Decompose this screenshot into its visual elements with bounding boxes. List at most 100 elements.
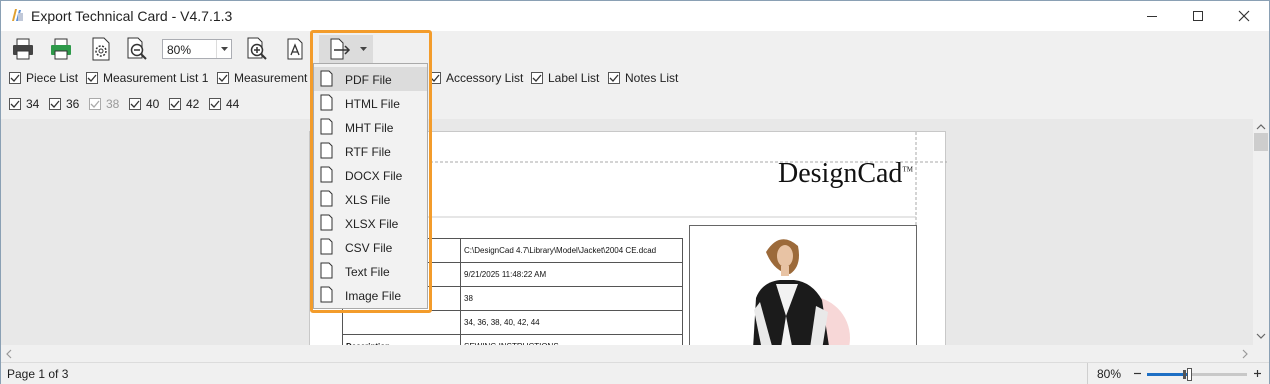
checkbox-measurement-list-1[interactable]: Measurement List 1: [86, 68, 208, 88]
menu-item-xls-file[interactable]: XLS File: [314, 187, 427, 211]
checkbox-size-44[interactable]: 44: [209, 94, 239, 114]
maximize-icon: [1193, 11, 1203, 21]
checkbox-box: [89, 98, 101, 110]
check-icon: [430, 74, 440, 82]
print-preview-area[interactable]: DesignCadTM C:\DesignCad 4.7\Library\Mod…: [1, 119, 1253, 345]
table-cell-label: Description: [342, 334, 461, 345]
export-dropdown-menu: PDF File HTML File MHT File RTF File DOC…: [313, 63, 428, 309]
check-icon: [210, 100, 220, 108]
zoom-slider-thumb[interactable]: [1187, 368, 1192, 381]
check-icon: [532, 74, 542, 82]
table-cell-value: 38: [460, 286, 683, 311]
check-icon: [10, 74, 20, 82]
menu-item-label: MHT File: [345, 121, 394, 135]
chevron-down-icon: [359, 47, 367, 51]
checkbox-notes-list[interactable]: Notes List: [608, 68, 678, 88]
zoom-combobox[interactable]: 80%: [162, 39, 232, 59]
print-button[interactable]: [9, 35, 37, 63]
zoom-slider-track[interactable]: [1147, 368, 1247, 381]
checkbox-accessory-list[interactable]: Accessory List: [429, 68, 523, 88]
checkbox-size-40[interactable]: 40: [129, 94, 159, 114]
checkbox-size-36[interactable]: 36: [49, 94, 79, 114]
checkbox-label: Accessory List: [446, 71, 524, 85]
menu-item-text-file[interactable]: Text File: [314, 259, 427, 283]
checkbox-box[interactable]: [217, 72, 229, 84]
checkbox-measurement[interactable]: Measurement: [217, 68, 307, 88]
table-row: Description SEWING INSTRUCTIONS: [342, 334, 683, 345]
menu-item-mht-file[interactable]: MHT File: [314, 115, 427, 139]
checkbox-label: 38: [106, 97, 120, 111]
document-icon: [320, 142, 333, 159]
menu-item-rtf-file[interactable]: RTF File: [314, 139, 427, 163]
app-icon: [12, 9, 23, 21]
title-bar: Export Technical Card - V4.7.1.3: [1, 1, 1269, 31]
checkbox-box[interactable]: [129, 98, 141, 110]
menu-item-label: HTML File: [345, 97, 400, 111]
print-icon: [13, 38, 33, 60]
checkbox-box[interactable]: [169, 98, 181, 110]
export-button[interactable]: [319, 35, 373, 63]
document-icon: [320, 214, 333, 231]
zoom-in-small-button[interactable]: [1251, 365, 1263, 381]
menu-item-docx-file[interactable]: DOCX File: [314, 163, 427, 187]
zoom-out-button[interactable]: [123, 35, 151, 63]
checkbox-box[interactable]: [9, 72, 21, 84]
checkbox-box[interactable]: [49, 98, 61, 110]
table-cell-label: [342, 310, 461, 335]
check-icon: [87, 74, 97, 82]
checkbox-box[interactable]: [9, 98, 21, 110]
checkbox-box[interactable]: [608, 72, 620, 84]
zoom-out-icon: [127, 37, 147, 60]
document-icon: [320, 94, 333, 111]
checkbox-label: 44: [226, 97, 240, 111]
zoom-in-button[interactable]: [243, 35, 271, 63]
menu-item-csv-file[interactable]: CSV File: [314, 235, 427, 259]
table-cell-value: C:\DesignCad 4.7\Library\Model\Jacket\20…: [460, 238, 683, 263]
checkbox-size-34[interactable]: 34: [9, 94, 39, 114]
status-divider: [1087, 363, 1088, 384]
quick-print-button[interactable]: [47, 35, 75, 63]
page-setup-icon: [92, 37, 110, 61]
checkbox-piece-list[interactable]: Piece List: [9, 68, 78, 88]
checkbox-box[interactable]: [86, 72, 98, 84]
horizontal-scrollbar-graphic: [6, 349, 1248, 359]
check-icon: [218, 74, 228, 82]
minimize-button[interactable]: [1129, 1, 1175, 31]
export-icon: [330, 38, 350, 60]
zoom-out-small-button[interactable]: [1131, 365, 1143, 381]
page-indicator: Page 1 of 3: [7, 367, 69, 381]
checkbox-box[interactable]: [209, 98, 221, 110]
checkbox-box[interactable]: [531, 72, 543, 84]
logo-text: DesignCad: [778, 158, 903, 189]
app-window: Export Technical Card - V4.7.1.3 80% Pie…: [0, 0, 1270, 384]
table-cell-value: SEWING INSTRUCTIONS: [460, 334, 683, 345]
checkbox-box[interactable]: [429, 72, 441, 84]
zoom-slider-tick: [1183, 370, 1186, 379]
document-icon: [320, 118, 333, 135]
menu-item-pdf-file[interactable]: PDF File: [314, 67, 427, 91]
menu-item-html-file[interactable]: HTML File: [314, 91, 427, 115]
zoom-dropdown-button[interactable]: [216, 40, 231, 58]
close-button[interactable]: [1221, 1, 1267, 31]
zoom-value: 80%: [167, 43, 192, 57]
checkbox-size-42[interactable]: 42: [169, 94, 199, 114]
checkbox-label: Measurement: [234, 71, 308, 85]
menu-item-xlsx-file[interactable]: XLSX File: [314, 211, 427, 235]
menu-item-image-file[interactable]: Image File: [314, 283, 427, 307]
page-setup-button[interactable]: [87, 35, 115, 63]
menu-item-label: XLSX File: [345, 217, 399, 231]
check-icon: [10, 100, 20, 108]
check-icon: [170, 100, 180, 108]
checkbox-label-list[interactable]: Label List: [531, 68, 599, 88]
checkbox-label: Label List: [548, 71, 600, 85]
maximize-button[interactable]: [1175, 1, 1221, 31]
horizontal-scrollbar[interactable]: [1, 345, 1253, 362]
document-icon: [320, 166, 333, 183]
document-icon: [320, 238, 333, 255]
font-button[interactable]: [281, 35, 309, 63]
checkbox-label: 42: [186, 97, 200, 111]
vertical-scrollbar[interactable]: [1253, 119, 1269, 345]
document-icon: [320, 190, 333, 207]
close-icon: [1238, 10, 1250, 22]
table-cell-value: 34, 36, 38, 40, 42, 44: [460, 310, 683, 335]
